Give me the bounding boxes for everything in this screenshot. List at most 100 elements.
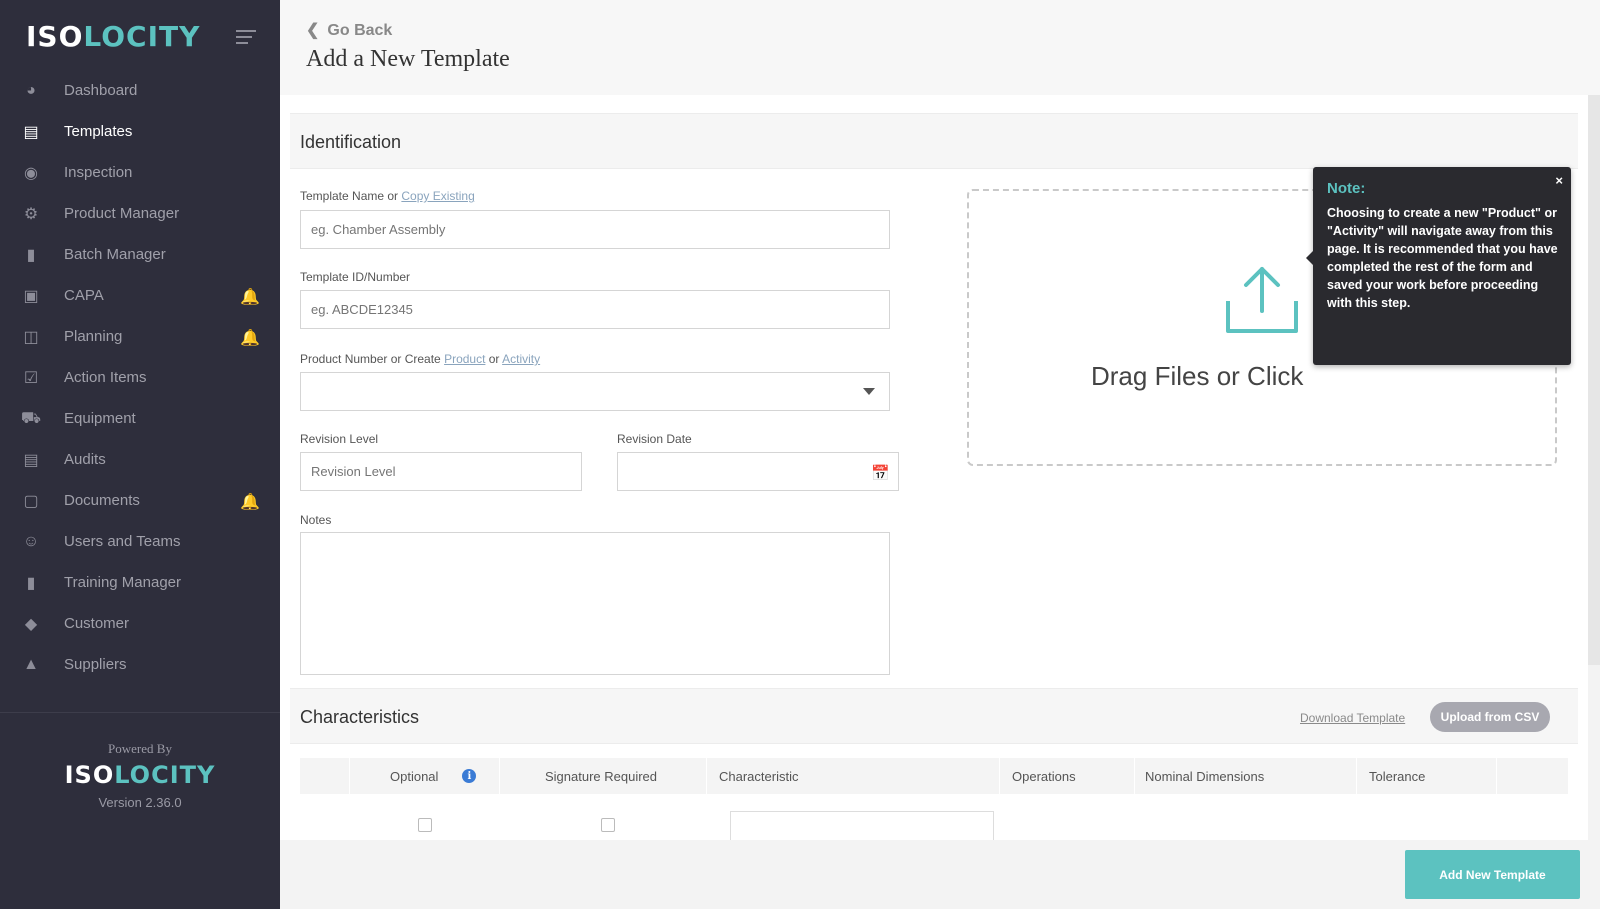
checkbox-icon: ☑ [23, 369, 39, 387]
barcode-icon: ▮ [26, 246, 36, 264]
download-template-link[interactable]: Download Template [1300, 711, 1405, 725]
sidebar-item-documents[interactable]: ▢ Documents 🔔 [0, 480, 280, 521]
page-footer: Add New Template [280, 840, 1600, 909]
sidebar-item-label: Training Manager [64, 574, 182, 591]
create-product-link[interactable]: Product [444, 352, 485, 366]
sidebar-item-label: Dashboard [64, 82, 138, 99]
sidebar-item-capa[interactable]: ▣ CAPA 🔔 [0, 275, 280, 316]
truck-icon: ⛟ [20, 409, 42, 427]
main-area: ❮ Go Back Add a New Template Identificati… [280, 0, 1600, 909]
sidebar-item-product-manager[interactable]: ⚙ Product Manager [0, 193, 280, 234]
sidebar-footer: Powered By ISOLOCITY Version 2.36.0 [0, 712, 280, 909]
revision-date-label: Revision Date [617, 432, 692, 446]
sidebar-item-label: Inspection [64, 164, 133, 181]
note-tooltip: Note: × Choosing to create a new "Produc… [1306, 167, 1571, 365]
th-nominal-dimensions: Nominal Dimensions [1135, 758, 1357, 794]
th-characteristic: Characteristic [707, 758, 1000, 794]
tag-icon: ◆ [24, 615, 38, 633]
users-icon: ☺ [22, 532, 40, 550]
sidebar-item-label: Users and Teams [64, 533, 181, 550]
sidebar-item-equipment[interactable]: ⛟ Equipment [0, 398, 280, 439]
bell-icon[interactable]: 🔔 [240, 287, 260, 307]
supplier-icon: ▲ [23, 655, 39, 673]
sidebar-nav: ◕ Dashboard ▤ Templates ◉ Inspection ⚙ Product … [0, 70, 280, 685]
sidebar-item-label: Audits [64, 451, 106, 468]
sidebar-item-inspection[interactable]: ◉ Inspection [0, 152, 280, 193]
scrollbar[interactable] [1588, 95, 1600, 665]
upload-csv-button[interactable]: Upload from CSV [1430, 702, 1550, 732]
chevron-left-icon: ❮ [306, 22, 320, 39]
th-operations: Operations [1000, 758, 1135, 794]
sidebar-item-customer[interactable]: ◆ Customer [0, 603, 280, 644]
characteristics-table-header: Optional i Signature Required Characteris… [300, 758, 1568, 794]
sidebar-item-action-items[interactable]: ☑ Action Items [0, 357, 280, 398]
close-icon[interactable]: × [1555, 173, 1563, 188]
sidebar-item-suppliers[interactable]: ▲ Suppliers [0, 644, 280, 685]
template-name-label: Template Name or Copy Existing [300, 189, 475, 203]
product-number-label: Product Number or Create Product or Acti… [300, 352, 541, 366]
map-icon: ◫ [23, 328, 39, 346]
th-optional: Optional i [350, 758, 500, 794]
sidebar-item-label: CAPA [64, 287, 104, 304]
tooltip-title: Note: [1327, 180, 1366, 197]
page-title: Add a New Template [306, 46, 510, 72]
sidebar-item-label: Equipment [64, 410, 136, 427]
sidebar-item-label: Product Manager [64, 205, 180, 222]
caret-down-icon [863, 388, 875, 395]
notes-textarea[interactable] [300, 532, 890, 675]
copy-existing-link[interactable]: Copy Existing [401, 189, 474, 203]
identification-title: Identification [300, 132, 402, 152]
th-empty [300, 758, 350, 794]
sidebar-item-batch-manager[interactable]: ▮ Batch Manager [0, 234, 280, 275]
go-back-link[interactable]: ❮ Go Back [306, 20, 392, 40]
characteristic-input[interactable] [730, 811, 994, 840]
optional-checkbox[interactable] [418, 818, 432, 832]
sidebar-item-audits[interactable]: ▤ Audits [0, 439, 280, 480]
sidebar-item-label: Planning [64, 328, 123, 345]
tooltip-body: Choosing to create a new "Product" or "A… [1327, 206, 1558, 310]
calendar-icon[interactable]: 📅 [871, 464, 890, 482]
revision-date-input[interactable]: 📅 [617, 452, 899, 491]
notes-label: Notes [300, 513, 332, 527]
dashboard-icon: ◕ [26, 81, 36, 99]
sidebar: ISOLOCITY ◕ Dashboard ▤ Templates ◉ Inspectio… [0, 0, 280, 909]
info-icon[interactable]: i [462, 769, 477, 783]
isolocity-footer-logo: ISOLOCITY [64, 761, 216, 789]
book-icon: ▮ [26, 574, 36, 592]
powered-by-label: Powered By [108, 741, 172, 756]
revision-level-input[interactable] [300, 452, 582, 491]
sidebar-item-label: Templates [64, 123, 133, 140]
menu-toggle-icon[interactable] [236, 30, 256, 48]
th-signature-required: Signature Required [500, 758, 707, 794]
template-id-label: Template ID/Number [300, 270, 411, 284]
target-icon: ◉ [24, 164, 38, 182]
characteristics-title: Characteristics [300, 707, 420, 727]
bell-icon[interactable]: 🔔 [240, 328, 260, 348]
sidebar-item-templates[interactable]: ▤ Templates [0, 111, 280, 152]
sidebar-item-label: Batch Manager [64, 246, 166, 263]
th-tolerance: Tolerance [1357, 758, 1497, 794]
gear-icon: ⚙ [23, 205, 39, 223]
sidebar-item-label: Suppliers [64, 656, 127, 673]
sidebar-item-training-manager[interactable]: ▮ Training Manager [0, 562, 280, 603]
th-actions [1497, 758, 1568, 794]
isolocity-logo[interactable]: ISOLOCITY [26, 20, 200, 53]
image-icon: ▤ [23, 123, 39, 141]
template-name-input[interactable] [300, 210, 890, 249]
template-id-input[interactable] [300, 290, 890, 329]
sidebar-item-dashboard[interactable]: ◕ Dashboard [0, 70, 280, 111]
medkit-icon: ▣ [23, 287, 39, 305]
add-new-template-button[interactable]: Add New Template [1405, 850, 1580, 899]
page-header: ❮ Go Back Add a New Template [280, 0, 1600, 95]
characteristics-header: Characteristics Download Template Upload… [290, 688, 1578, 744]
version-label: Version 2.36.0 [98, 795, 182, 810]
create-activity-link[interactable]: Activity [502, 352, 540, 366]
product-number-select[interactable] [300, 372, 890, 411]
signature-required-checkbox[interactable] [601, 818, 615, 832]
folder-icon: ▢ [23, 492, 39, 510]
dropzone-text: Drag Files or Click [1091, 361, 1304, 391]
sidebar-item-users-and-teams[interactable]: ☺ Users and Teams [0, 521, 280, 562]
bell-icon[interactable]: 🔔 [240, 492, 260, 512]
sidebar-item-planning[interactable]: ◫ Planning 🔔 [0, 316, 280, 357]
upload-icon [1226, 267, 1298, 333]
